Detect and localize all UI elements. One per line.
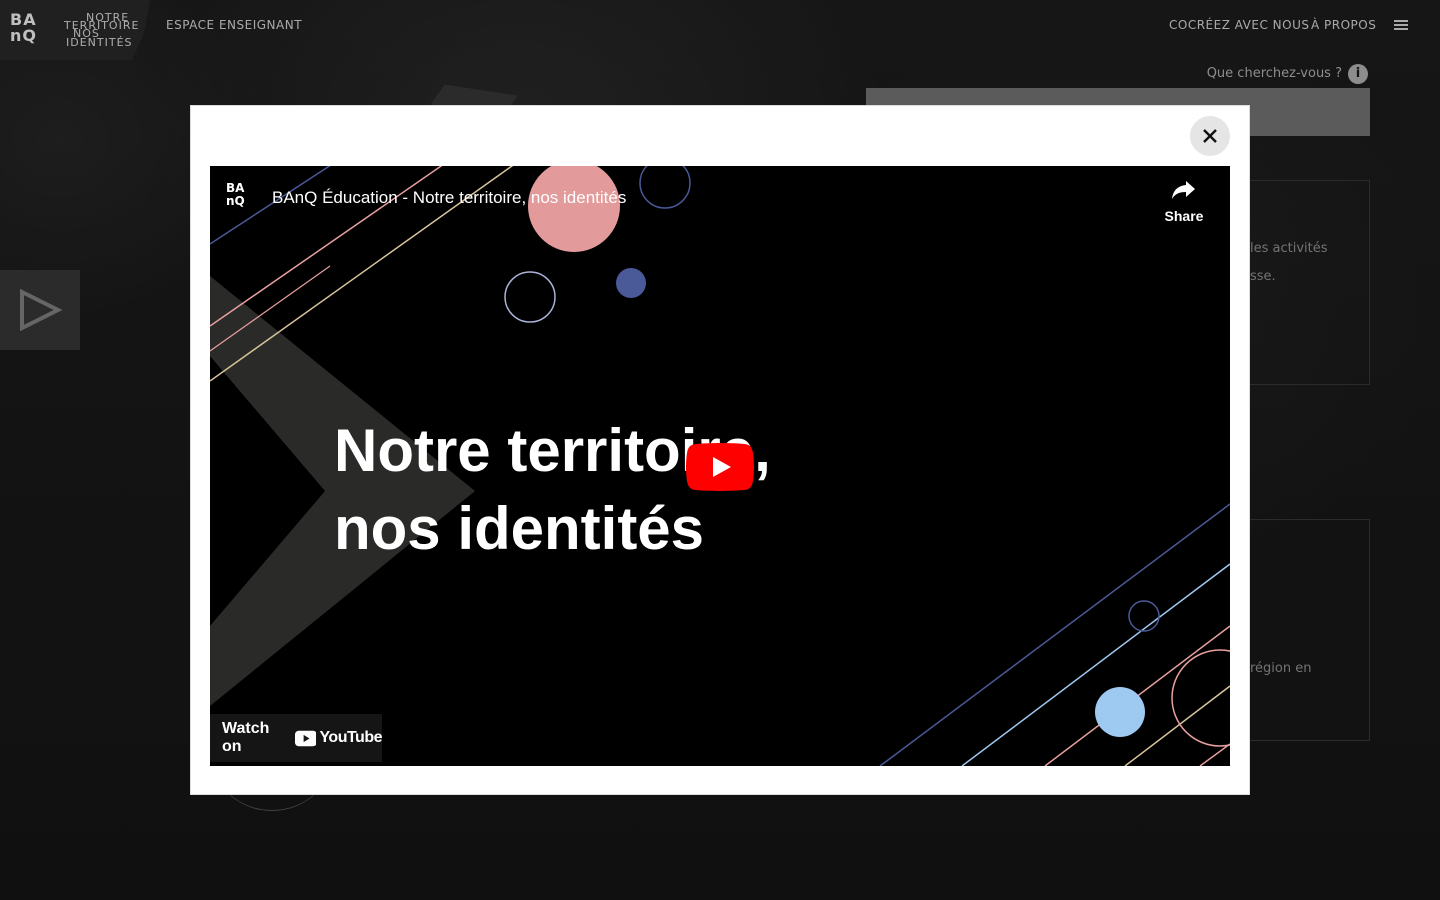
close-icon xyxy=(1203,129,1217,143)
play-button[interactable] xyxy=(686,443,754,491)
share-label: Share xyxy=(1164,208,1204,224)
share-icon xyxy=(1172,181,1195,199)
channel-avatar[interactable]: BA nQ xyxy=(226,182,258,214)
youtube-label: YouTube xyxy=(319,729,382,746)
video-modal: BA nQ BAnQ Éducation - Notre territoire,… xyxy=(190,105,1250,795)
headline-line: nos identités xyxy=(334,495,705,562)
share-button[interactable]: Share xyxy=(1158,178,1210,228)
watch-on-youtube-button[interactable]: Watch on YouTube xyxy=(210,714,382,762)
youtube-video-player[interactable]: BA nQ BAnQ Éducation - Notre territoire,… xyxy=(210,166,1230,766)
youtube-logo-icon xyxy=(294,730,317,746)
watch-on-label: Watch on xyxy=(222,720,270,755)
close-button[interactable] xyxy=(1190,116,1230,156)
youtube-play-icon xyxy=(686,443,754,491)
video-title[interactable]: BAnQ Éducation - Notre territoire, nos i… xyxy=(272,188,626,208)
